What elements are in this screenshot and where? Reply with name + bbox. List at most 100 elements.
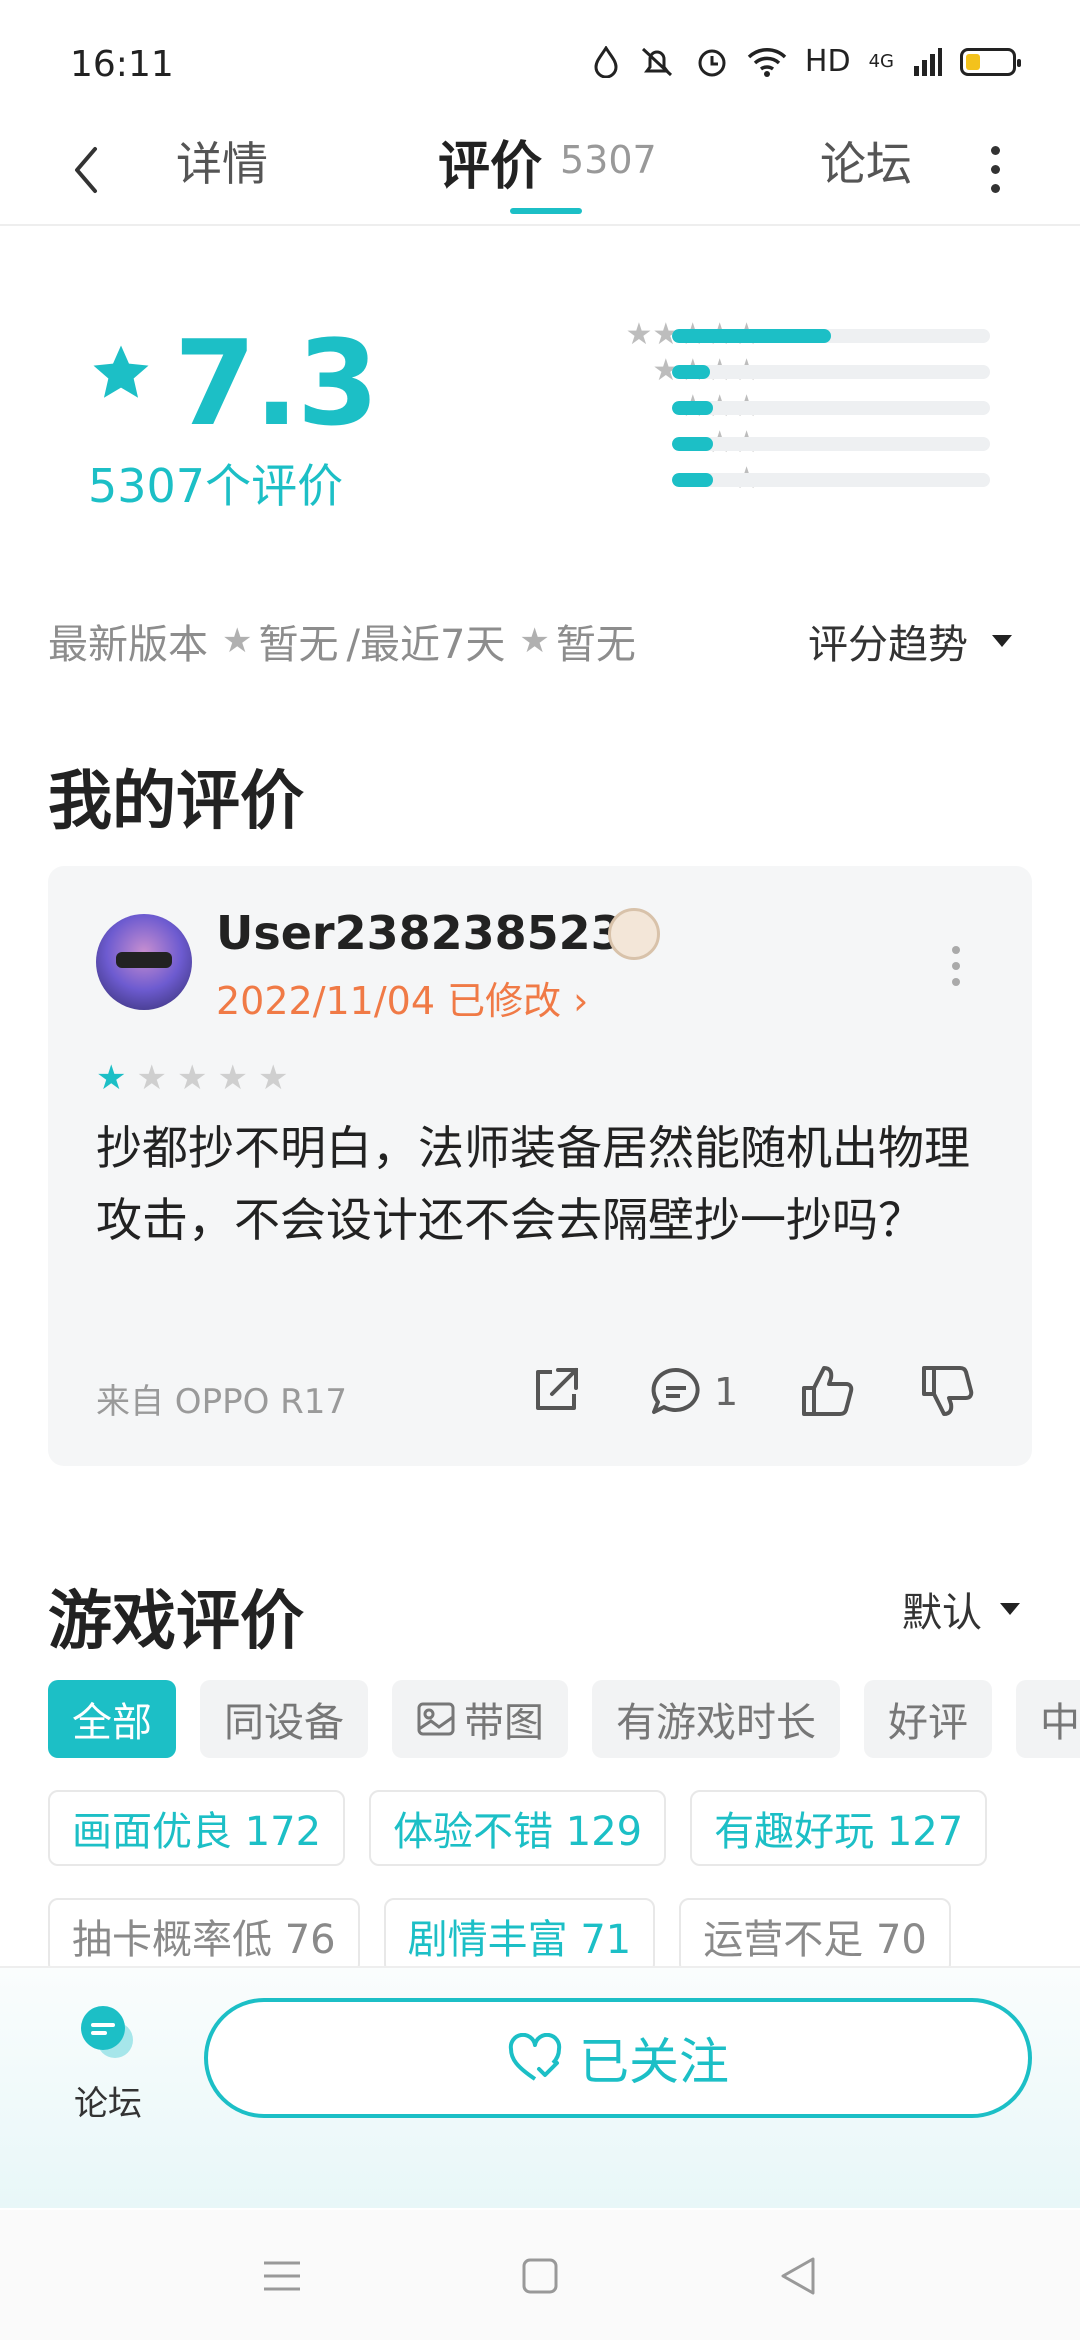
mute-bell-icon [641, 47, 672, 76]
share-icon [536, 1368, 578, 1410]
rating-trend-dropdown[interactable]: 评分趋势 [808, 612, 1012, 670]
system-nav-bar [0, 2210, 1080, 2340]
filter-tab-positive[interactable]: 好评 [864, 1680, 992, 1758]
star-icon: ★ [136, 1058, 167, 1098]
rating-bar-fill [672, 329, 831, 343]
top-nav: 详情 评价 5307 论坛 [0, 120, 1080, 226]
drop-icon [594, 45, 618, 78]
rating-bar-fill [672, 437, 714, 451]
tab-review-count: 5307 [560, 138, 657, 182]
rating-distribution-row: ★★★ [450, 392, 990, 422]
like-button[interactable] [798, 1362, 858, 1422]
battery-icon [960, 47, 1021, 76]
tag-row: 画面优良 172 体验不错 129 有趣好玩 127 [48, 1790, 988, 1866]
tag-chip[interactable]: 抽卡概率低 76 [48, 1898, 360, 1974]
filter-tab-same-device[interactable]: 同设备 [200, 1680, 368, 1758]
rating-bar [672, 437, 990, 451]
alarm-icon [698, 49, 726, 76]
filter-tabs: 全部 同设备 带图 有游戏时长 好评 中 [48, 1680, 1080, 1760]
filter-tab-playtime[interactable]: 有游戏时长 [592, 1680, 840, 1758]
avatar[interactable] [96, 914, 192, 1010]
my-review-card: User2382385238 2022/11/04 已修改 › ★ ★ ★ ★ ★ 抄都… [48, 866, 1032, 1466]
tag-row: 抽卡概率低 76 剧情丰富 71 运营不足 70 [48, 1898, 951, 1974]
trend-label: 评分趋势 [808, 622, 968, 668]
tab-review[interactable]: 评价 [438, 124, 542, 199]
status-icons: HD 4G [593, 44, 1021, 79]
tab-detail[interactable]: 详情 [176, 128, 268, 194]
filter-tab-label: 同设备 [224, 1700, 344, 1746]
sort-dropdown[interactable]: 默认 [902, 1580, 1020, 1638]
network-label: HD [804, 44, 851, 79]
recent-apps-button[interactable] [254, 2248, 310, 2304]
my-review-title: 我的评价 [48, 765, 304, 839]
thumbs-down-icon [922, 1366, 974, 1416]
thumbs-up-icon [802, 1366, 854, 1416]
bottom-action-bar: 论坛 已关注 [0, 1966, 1080, 2208]
chevron-left-icon [75, 147, 97, 193]
tab-indicator [510, 208, 582, 214]
status-time: 16:11 [70, 44, 174, 85]
triangle-back-icon [781, 2257, 815, 2295]
wifi-icon [747, 47, 787, 77]
tag-chip[interactable]: 有趣好玩 127 [690, 1790, 988, 1866]
review-text: 抄都抄不明白，法师装备居然能随机出物理攻击，不会设计还不会去隔壁抄一抄吗？ [96, 1121, 970, 1247]
forum-shortcut-button[interactable]: 论坛 [60, 1998, 156, 2128]
recent-label: /最近7天 [346, 622, 506, 668]
tag-chip[interactable]: 体验不错 129 [369, 1790, 667, 1866]
star-icon: ★ [257, 1058, 289, 1098]
filter-tab-label: 全部 [72, 1700, 152, 1746]
status-bar: 16:11 HD 4G [0, 0, 1080, 120]
rating-distribution-row: ★ [450, 464, 990, 494]
rating-bar-fill [672, 473, 714, 487]
signal-label: 4G [868, 51, 894, 72]
score-value: 7.3 [174, 314, 379, 452]
rating-bar [672, 473, 990, 487]
star-icon: ★ [176, 1058, 208, 1098]
back-button[interactable] [56, 130, 116, 210]
tab-forum[interactable]: 论坛 [820, 128, 912, 194]
dislike-button[interactable] [918, 1362, 978, 1422]
star-icon: ★ [519, 621, 550, 661]
filter-tab-all[interactable]: 全部 [48, 1680, 176, 1758]
filter-tab-neutral[interactable]: 中 [1016, 1680, 1080, 1758]
follow-label: 已关注 [579, 2033, 729, 2091]
tag-chip[interactable]: 剧情丰富 71 [383, 1898, 656, 1974]
review-device: 来自 OPPO R17 [96, 1382, 348, 1422]
caret-down-icon [992, 635, 1012, 647]
rating-bar-fill [672, 401, 714, 415]
rating-distribution-row: ★★★★ [450, 356, 990, 386]
rating-bar [672, 365, 990, 379]
home-button[interactable] [512, 2248, 568, 2304]
recent-value: 暂无 [555, 622, 636, 668]
caret-down-icon [1000, 1603, 1020, 1615]
signal-icon [914, 47, 942, 76]
star-icon [93, 345, 149, 398]
share-button[interactable] [528, 1362, 588, 1422]
filter-tab-label: 好评 [888, 1700, 968, 1746]
tag-chip[interactable]: 画面优良 172 [48, 1790, 346, 1866]
system-back-button[interactable] [770, 2248, 826, 2304]
tag-chip[interactable]: 运营不足 70 [679, 1898, 951, 1974]
star-icon: ★ [217, 1058, 248, 1098]
follow-button[interactable]: 已关注 [204, 1998, 1032, 2118]
latest-version-label: 最新版本 [48, 622, 208, 668]
latest-version-value: 暂无 [258, 622, 339, 668]
comment-count: 1 [714, 1370, 739, 1414]
user-badge-icon [608, 908, 660, 960]
filter-tab-label: 带图 [464, 1700, 544, 1746]
review-more-button[interactable] [952, 946, 960, 986]
comment-button[interactable]: 1 [648, 1362, 768, 1422]
more-options-button[interactable] [980, 134, 1010, 204]
review-date[interactable]: 2022/11/04 已修改 › [216, 970, 588, 1025]
rating-bar [672, 329, 990, 343]
rating-bar-fill [672, 365, 711, 379]
rating-distribution-row: ★★★★★ [450, 320, 990, 350]
filter-tab-with-image[interactable]: 带图 [392, 1680, 568, 1758]
sort-label: 默认 [902, 1590, 982, 1636]
menu-icon [264, 2261, 300, 2291]
version-rating-row: 最新版本 ★ 暂无 /最近7天 ★ 暂无 [48, 612, 636, 670]
forum-chat-icon [81, 2006, 133, 2058]
score-count: 5307个评价 [88, 459, 344, 513]
rating-bar [672, 401, 990, 415]
username[interactable]: User2382385238 [216, 906, 655, 960]
